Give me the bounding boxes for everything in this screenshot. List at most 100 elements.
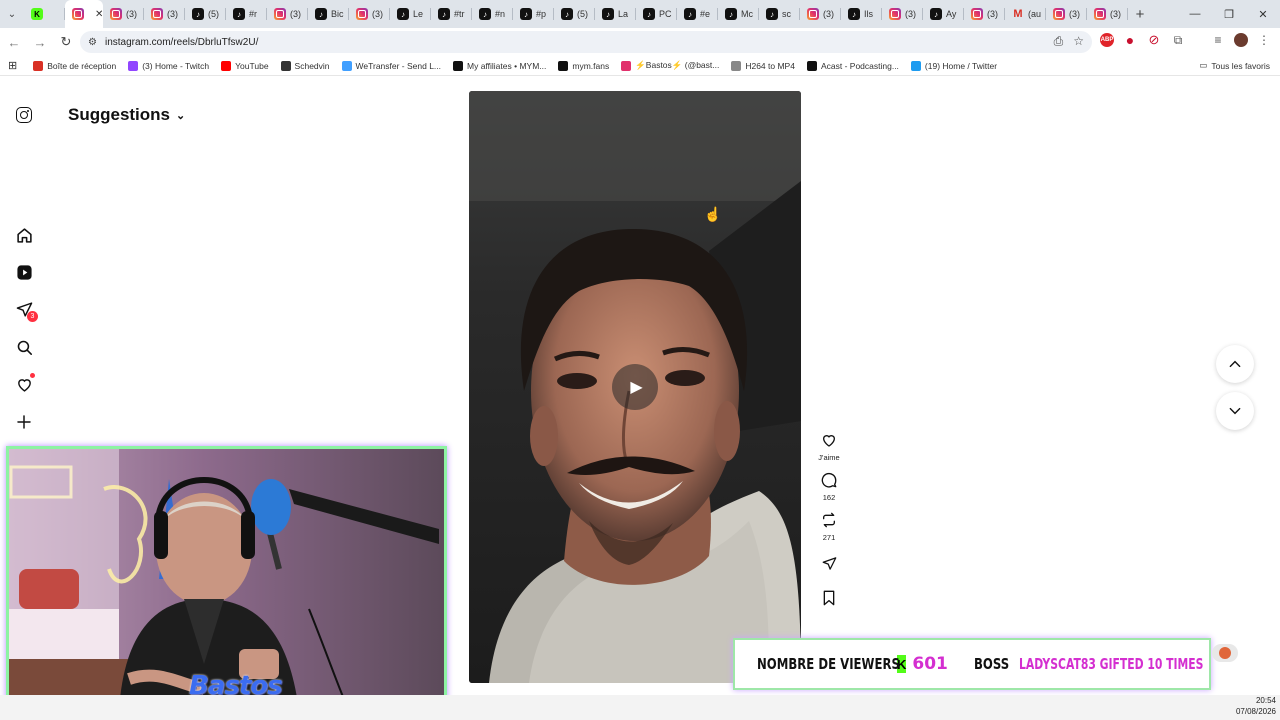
comment-icon[interactable]: [821, 472, 837, 490]
tab-label: (3): [290, 9, 301, 19]
heart-icon[interactable]: [821, 432, 837, 450]
tab[interactable]: M (au: [1005, 0, 1046, 28]
instagram-icon: [151, 8, 163, 20]
media-control-icon[interactable]: ≡: [1210, 32, 1226, 48]
clock-date: 07/08/2026: [1235, 707, 1276, 716]
tab[interactable]: (3): [964, 0, 1005, 28]
bookmark-item[interactable]: ⚡Bastos⚡ (@bast...: [621, 60, 719, 71]
tab[interactable]: Le: [390, 0, 431, 28]
reload-button[interactable]: ↻: [54, 30, 78, 54]
suggestions-dropdown[interactable]: Suggestions ⌄: [68, 105, 185, 125]
create-plus-icon[interactable]: [14, 412, 34, 432]
tab-label: (3): [1110, 9, 1121, 19]
tab-active[interactable]: ✕: [65, 0, 103, 28]
tab[interactable]: (3): [1087, 0, 1128, 28]
tab-label: Ils: [864, 9, 873, 19]
search-icon[interactable]: [14, 337, 34, 357]
tab-label: #tr: [454, 9, 465, 19]
tab[interactable]: (3): [144, 0, 185, 28]
reels-icon[interactable]: [14, 262, 34, 282]
tab[interactable]: #e: [677, 0, 718, 28]
bookmark-star-icon[interactable]: ☆: [1073, 34, 1084, 49]
tab[interactable]: (3): [267, 0, 308, 28]
tab[interactable]: (3): [882, 0, 923, 28]
install-app-icon[interactable]: ⎙: [1054, 34, 1064, 49]
gmail-icon: M: [1013, 8, 1023, 20]
restore-button[interactable]: ❐: [1212, 0, 1246, 28]
tab[interactable]: (3): [1046, 0, 1087, 28]
forward-button[interactable]: →: [28, 30, 52, 54]
next-reel-button[interactable]: [1216, 392, 1254, 430]
bookmark-item[interactable]: (19) Home / Twitter: [910, 60, 997, 71]
instagram-logo-icon[interactable]: [16, 107, 32, 123]
apps-grid-icon[interactable]: ⊞: [8, 59, 17, 72]
share-action[interactable]: [822, 556, 837, 574]
back-button[interactable]: ←: [2, 30, 26, 54]
previous-reel-button[interactable]: [1216, 345, 1254, 383]
direct-messages-icon[interactable]: 3: [14, 299, 38, 322]
home-icon[interactable]: [14, 225, 34, 245]
extensions-area: ABP ● ⊘ ⧉ ≡ ⋮: [1100, 32, 1272, 48]
taskbar: 20:54 07/08/2026: [0, 695, 1280, 720]
tab[interactable]: Mc: [718, 0, 759, 28]
address-bar[interactable]: ⚙ instagram.com/reels/DbrluTfsw2U/ ⎙ ☆: [80, 31, 1092, 53]
minimize-button[interactable]: —: [1178, 0, 1212, 28]
play-button[interactable]: ▶: [612, 364, 658, 410]
adblock-extension-icon[interactable]: ABP: [1100, 33, 1114, 47]
reel-video[interactable]: ▶: [469, 91, 801, 683]
tab[interactable]: #p: [513, 0, 554, 28]
tab[interactable]: Ils: [841, 0, 882, 28]
tab[interactable]: (3): [800, 0, 841, 28]
repost-icon[interactable]: [821, 512, 837, 530]
tab[interactable]: #tr: [431, 0, 472, 28]
close-window-button[interactable]: ✕: [1246, 0, 1280, 28]
tab[interactable]: sc: [759, 0, 800, 28]
tab[interactable]: #n: [472, 0, 513, 28]
tab[interactable]: K: [24, 0, 65, 28]
tab[interactable]: La: [595, 0, 636, 28]
tab[interactable]: (5): [554, 0, 595, 28]
share-icon[interactable]: [822, 556, 837, 574]
tab[interactable]: (3): [103, 0, 144, 28]
blocker-extension-icon[interactable]: ⊘: [1146, 32, 1162, 48]
notifications-heart-icon[interactable]: [14, 373, 35, 394]
tiktok-icon: [602, 8, 614, 20]
like-action[interactable]: J'aime: [818, 432, 840, 462]
tab[interactable]: Ay: [923, 0, 964, 28]
tab[interactable]: (3): [349, 0, 390, 28]
new-tab-button[interactable]: +: [1128, 0, 1152, 28]
red-extension-icon[interactable]: ●: [1122, 32, 1138, 48]
chrome-menu-icon[interactable]: ⋮: [1256, 32, 1272, 48]
bookmark-item[interactable]: YouTube: [221, 60, 269, 71]
extensions-puzzle-icon[interactable]: ⧉: [1170, 32, 1186, 48]
bookmark-favicon-icon: [558, 60, 569, 71]
profile-avatar-icon[interactable]: [1234, 33, 1248, 47]
comment-action[interactable]: 162: [821, 472, 837, 502]
bookmark-item[interactable]: mym.fans: [558, 60, 609, 71]
instagram-icon: [274, 8, 286, 20]
chevron-up-icon: [1229, 360, 1241, 368]
site-info-icon[interactable]: ⚙: [88, 37, 97, 48]
save-action[interactable]: [822, 590, 836, 608]
bookmark-item[interactable]: Boîte de réception: [33, 60, 116, 71]
tab[interactable]: PC: [636, 0, 677, 28]
bookmark-item[interactable]: Acast - Podcasting...: [806, 60, 899, 71]
instagram-icon: [356, 8, 368, 20]
bookmark-item[interactable]: My affiliates • MYM...: [453, 60, 546, 71]
url-text[interactable]: instagram.com/reels/DbrluTfsw2U/: [105, 37, 258, 48]
bookmark-item[interactable]: Schedvin: [280, 60, 330, 71]
bookmark-item[interactable]: WeTransfer - Send L...: [341, 60, 441, 71]
tab[interactable]: Bic: [308, 0, 349, 28]
tab-search-button[interactable]: ⌄: [0, 0, 24, 28]
tab[interactable]: #r: [226, 0, 267, 28]
tiktok-icon: [438, 8, 450, 20]
repost-action[interactable]: 271: [821, 512, 837, 542]
tab-label: (3): [823, 9, 834, 19]
bookmark-item[interactable]: H264 to MP4: [731, 60, 795, 71]
tab[interactable]: (5): [185, 0, 226, 28]
all-bookmarks-button[interactable]: ▭ Tous les favoris: [1199, 60, 1270, 71]
bookmark-icon[interactable]: [822, 590, 836, 608]
bookmark-item[interactable]: (3) Home - Twitch: [128, 60, 209, 71]
system-clock[interactable]: 20:54 07/08/2026: [1236, 695, 1276, 717]
clock-time: 20:54: [1255, 696, 1276, 705]
